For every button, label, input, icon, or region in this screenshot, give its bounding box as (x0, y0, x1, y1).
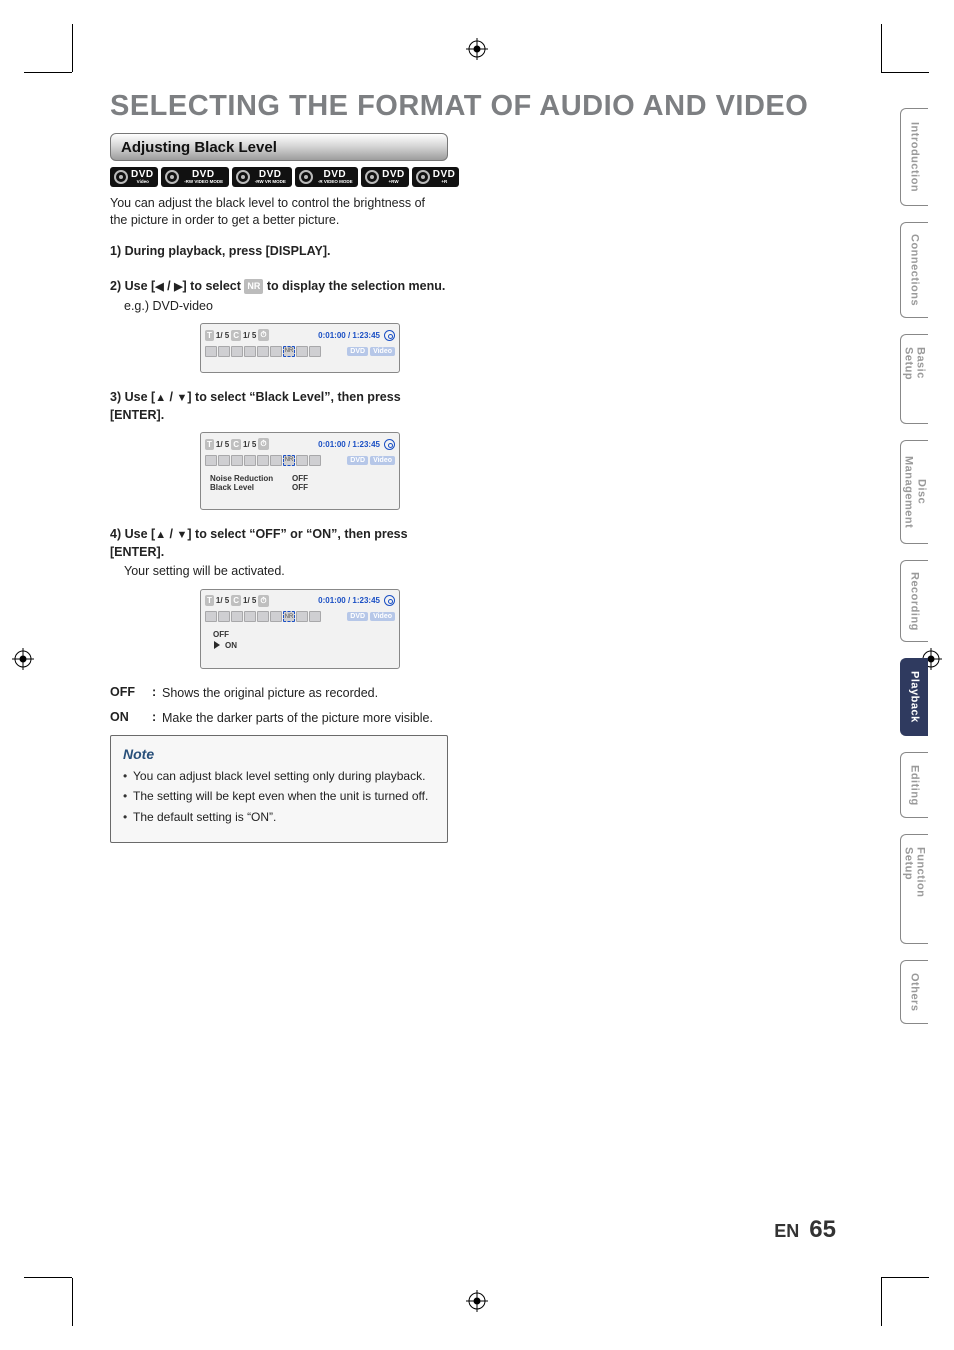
footer-language: EN (774, 1221, 799, 1242)
disc-icon (299, 170, 313, 184)
side-tab-editing[interactable]: Editing (900, 752, 928, 818)
side-tab-basic-setup[interactable]: Basic Setup (900, 334, 928, 424)
osd-c-value: 1/ 5 (243, 331, 256, 340)
def-value: Shows the original picture as recorded. (162, 685, 450, 702)
osd-c-chip: C (231, 330, 241, 341)
note-item: You can adjust black level setting only … (123, 768, 435, 785)
step-number: 3) (110, 390, 121, 404)
side-tab-playback[interactable]: Playback (900, 658, 928, 736)
crop-mark (24, 1277, 72, 1278)
registration-mark-icon (466, 38, 488, 60)
disc-badge: DVD+R (412, 167, 460, 187)
caret-right-icon (213, 641, 221, 649)
osd-menu-label: Noise Reduction (210, 474, 286, 483)
side-tab-nav: Introduction Connections Basic Setup DiscMa… (900, 108, 928, 1024)
def-key: OFF (110, 685, 152, 699)
osd-toggle: OFF ON (205, 626, 395, 654)
disc-icon (165, 170, 179, 184)
note-list: You can adjust black level setting only … (123, 768, 435, 826)
note-item: The default setting is “ON”. (123, 809, 435, 826)
crop-mark (24, 72, 72, 73)
disc-badge: DVD-RW VR MODE (232, 167, 292, 187)
down-arrow-icon: ▼ (177, 391, 188, 406)
disc-badge: DVDVideo (110, 167, 158, 187)
step-text: During playback, press [DISPLAY]. (125, 244, 331, 258)
page-title: SELECTING THE FORMAT OF AUDIO AND VIDEO (110, 90, 864, 123)
registration-mark-icon (12, 648, 34, 670)
registration-mark-icon (466, 1290, 488, 1312)
footer-page-number: 65 (809, 1216, 836, 1244)
compatible-disc-badges: DVDVideoDVD-RW VIDEO MODEDVD-RW VR MODED… (110, 167, 864, 187)
disc-icon (416, 170, 430, 184)
step-4: 4) Use [▲ / ▼] to select “OFF” or “ON”, … (110, 526, 450, 581)
side-tab-recording[interactable]: Recording (900, 560, 928, 642)
osd-t-chip: T (205, 330, 214, 341)
page-footer: EN 65 (774, 1216, 836, 1244)
osd-preview-2: T 1/ 5 C 1/ 5 ⏱ 0:01:00 / 1:23:45 NR DVD… (200, 432, 400, 510)
definitions-list: OFF:Shows the original picture as record… (110, 685, 450, 727)
step-subtext: Your setting will be activated. (124, 563, 450, 581)
crop-mark (72, 24, 73, 72)
down-arrow-icon: ▼ (177, 528, 188, 543)
def-key: ON (110, 710, 152, 724)
step-text: Use [▲ / ▼] to select “OFF” or “ON”, the… (110, 527, 408, 559)
osd-toggle-off: OFF (213, 630, 229, 639)
right-arrow-icon: ▶ (174, 280, 182, 295)
step-text: Use [▲ / ▼] to select “Black Level”, the… (110, 390, 401, 422)
step-1: 1) During playback, press [DISPLAY]. (110, 243, 450, 261)
step-2: 2) Use [◀ / ▶] to select NR to display t… (110, 278, 450, 315)
osd-menu: Noise Reduction OFF Black Level OFF (205, 471, 395, 495)
crop-mark (881, 1278, 882, 1326)
left-arrow-icon: ◀ (155, 280, 163, 295)
osd-clock-icon: ⏱ (258, 329, 268, 341)
step-3: 3) Use [▲ / ▼] to select “Black Level”, … (110, 389, 450, 424)
step-subtext: e.g.) DVD-video (124, 298, 450, 316)
nr-chip-icon: NR (244, 279, 263, 294)
def-value: Make the darker parts of the picture mor… (162, 710, 450, 727)
osd-time: 0:01:00 / 1:23:45 (318, 331, 380, 340)
disc-icon (365, 170, 379, 184)
osd-dvd-badge: DVD (347, 347, 368, 356)
osd-toggle-on: ON (225, 641, 237, 650)
osd-icon-row: NR DVDVideo (205, 344, 395, 358)
step-number: 2) (110, 279, 121, 293)
osd-nr-icon: NR (283, 346, 295, 357)
disc-badge: DVD-RW VIDEO MODE (161, 167, 229, 187)
crop-mark (881, 24, 882, 72)
disc-icon (236, 170, 250, 184)
step-number: 4) (110, 527, 121, 541)
crop-mark (881, 72, 929, 73)
crop-mark (72, 1278, 73, 1326)
osd-menu-label: Black Level (210, 483, 286, 492)
osd-menu-value: OFF (292, 474, 308, 483)
side-tab-disc-management[interactable]: DiscManagement (900, 440, 928, 544)
side-tab-connections[interactable]: Connections (900, 222, 928, 318)
osd-speaker-icon (384, 330, 395, 341)
side-tab-others[interactable]: Others (900, 960, 928, 1024)
side-tab-introduction[interactable]: Introduction (900, 108, 928, 206)
note-title: Note (123, 746, 435, 762)
disc-badge: DVD+RW (361, 167, 409, 187)
step-number: 1) (110, 244, 121, 258)
section-heading-text: Adjusting Black Level (121, 139, 277, 156)
note-box: Note You can adjust black level setting … (110, 735, 448, 843)
osd-preview-3: T 1/ 5 C 1/ 5 ⏱ 0:01:00 / 1:23:45 NR DVD… (200, 589, 400, 669)
section-heading-bar: Adjusting Black Level (110, 133, 448, 161)
note-item: The setting will be kept even when the u… (123, 788, 435, 805)
disc-icon (114, 170, 128, 184)
intro-paragraph: You can adjust the black level to contro… (110, 195, 445, 229)
up-arrow-icon: ▲ (155, 528, 166, 543)
osd-video-badge: Video (370, 347, 395, 356)
page-content: SELECTING THE FORMAT OF AUDIO AND VIDEO … (72, 72, 882, 1278)
osd-preview-1: T 1/ 5 C 1/ 5 ⏱ 0:01:00 / 1:23:45 NR DVD… (200, 323, 400, 373)
step-text: Use [◀ / ▶] to select NR to display the … (125, 279, 446, 293)
up-arrow-icon: ▲ (155, 391, 166, 406)
osd-menu-value: OFF (292, 483, 308, 492)
side-tab-function-setup[interactable]: Function Setup (900, 834, 928, 944)
osd-t-value: 1/ 5 (216, 331, 229, 340)
crop-mark (881, 1277, 929, 1278)
disc-badge: DVD-R VIDEO MODE (295, 167, 359, 187)
